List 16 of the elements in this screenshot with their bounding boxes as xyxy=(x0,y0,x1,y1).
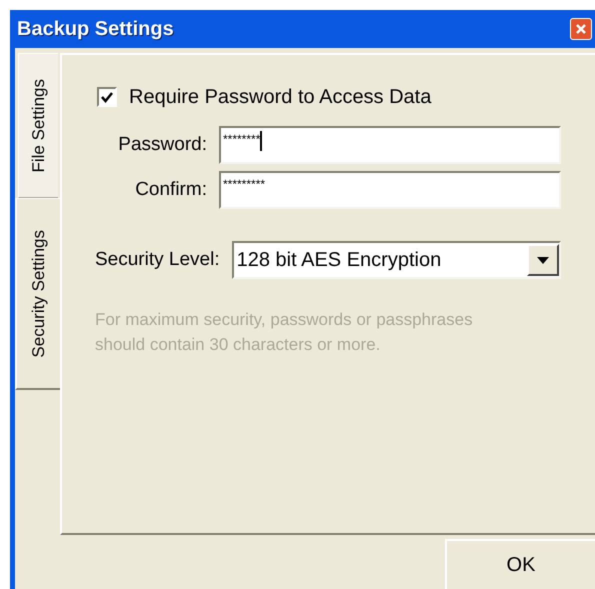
field-label: Confirm: xyxy=(134,178,207,202)
password-field[interactable]: ********* xyxy=(219,171,561,209)
hint-text: For maximum security, passwords or passphrases should contain 30 characters or more. xyxy=(95,309,474,356)
window-title: Backup Settings xyxy=(17,17,174,42)
field-label: Security Level: xyxy=(95,248,220,272)
checkbox-label: Require Password to Access Data xyxy=(129,85,432,110)
close-button[interactable] xyxy=(570,18,592,40)
password-field[interactable]: ******** xyxy=(219,126,561,164)
ok-button[interactable]: OK xyxy=(445,539,595,589)
tab[interactable]: File Settings xyxy=(18,53,58,198)
tab[interactable]: Security Settings xyxy=(15,198,60,390)
close-icon xyxy=(575,23,587,35)
checkmark-icon xyxy=(100,90,114,104)
security-level-dropdown[interactable]: 128 bit AES Encryption xyxy=(232,241,561,279)
field-label: Password: xyxy=(117,132,207,157)
checkbox[interactable] xyxy=(97,87,117,107)
